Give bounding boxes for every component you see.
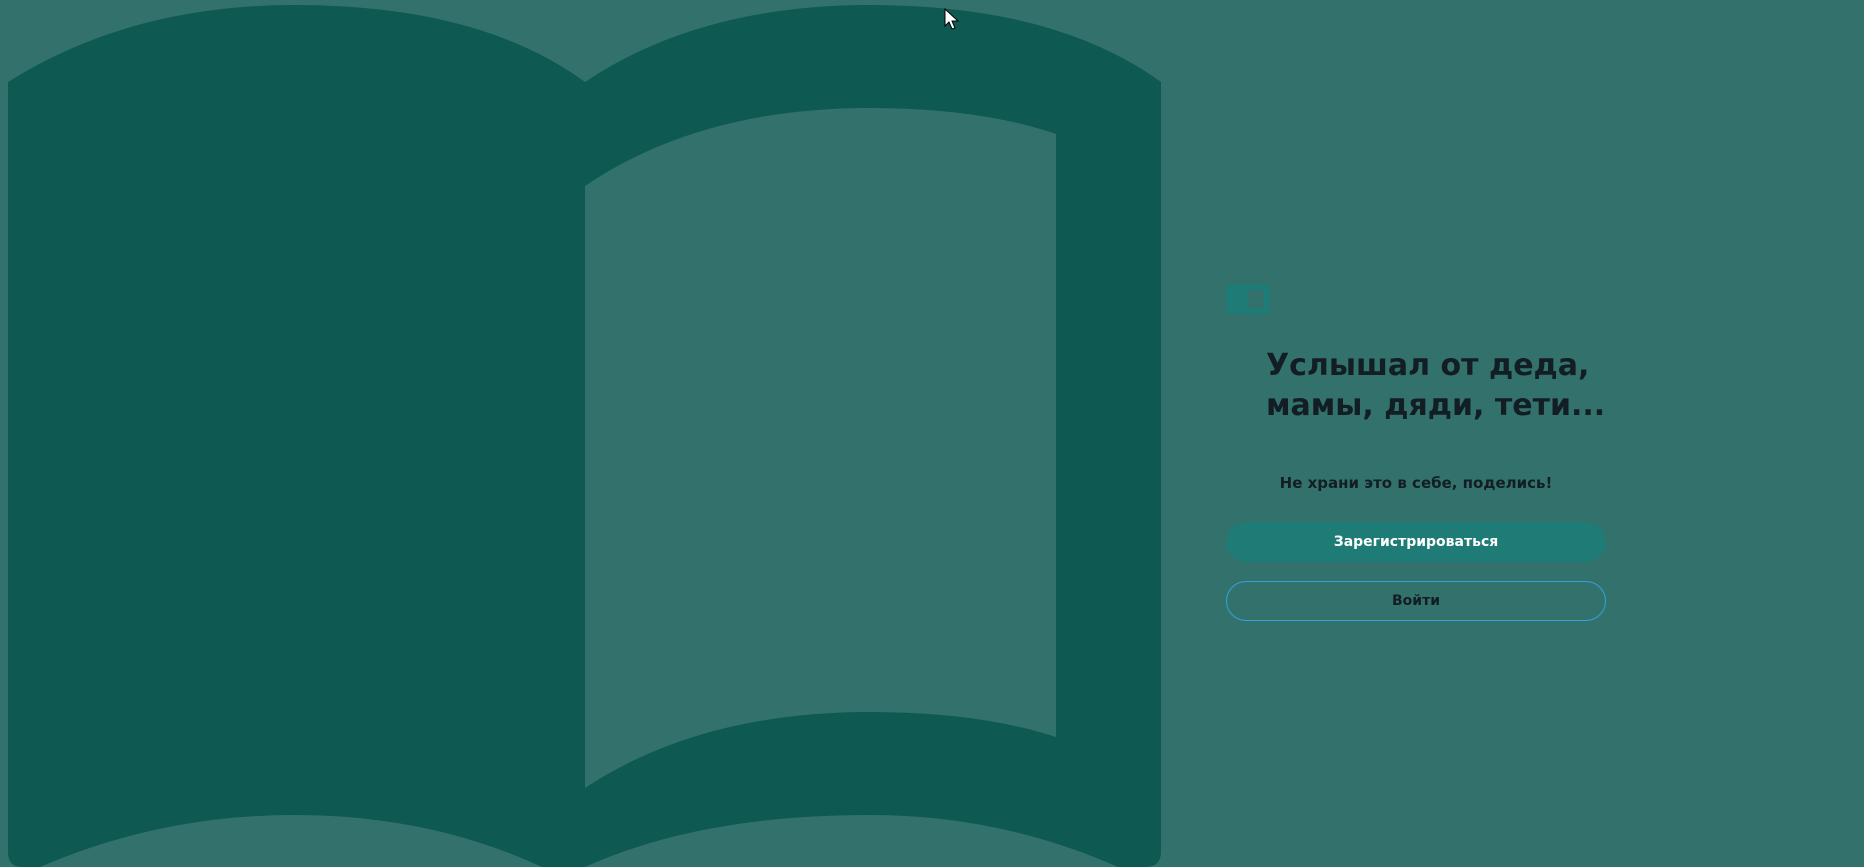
page-subtitle: Не храни это в себе, поделись! <box>1279 474 1553 492</box>
register-button[interactable]: Зарегистрироваться <box>1226 522 1606 562</box>
book-logo-icon <box>1226 284 1270 314</box>
mouse-cursor-icon <box>944 8 960 30</box>
page-title: Услышал от деда, мамы, дяди, тети... <box>1266 348 1606 423</box>
welcome-page: Услышал от деда, мамы, дяди, тети... Не … <box>0 0 1864 867</box>
open-book-icon <box>8 5 1161 867</box>
login-button[interactable]: Войти <box>1226 581 1606 621</box>
